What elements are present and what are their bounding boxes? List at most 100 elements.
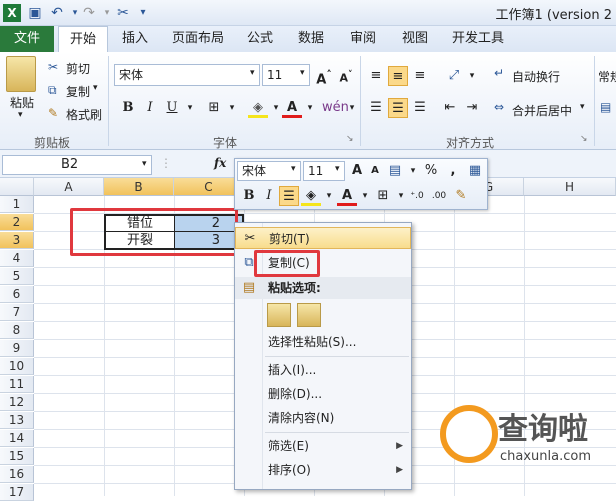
tab-developer[interactable]: 开发工具 — [444, 26, 512, 52]
underline-button[interactable]: U — [162, 98, 182, 118]
mini-borders-icon[interactable]: ⊞ — [373, 186, 393, 206]
mini-comma-button[interactable]: , — [443, 161, 463, 181]
row-header-13[interactable]: 13 — [0, 412, 34, 429]
font-name-dropdown-icon[interactable]: ▾ — [250, 68, 255, 78]
borders-dropdown-icon[interactable]: ▾ — [222, 98, 242, 118]
paste-icon[interactable] — [6, 56, 36, 92]
mini-size-dropdown-icon[interactable]: ▾ — [335, 164, 340, 174]
mini-font-dropdown-icon[interactable]: ▾ — [291, 164, 296, 174]
merge-center-button[interactable]: 合并后居中 — [512, 102, 572, 119]
tab-data[interactable]: 数据 — [288, 26, 334, 52]
name-box-dropdown-icon[interactable]: ▾ — [142, 159, 147, 169]
font-size-dropdown-icon[interactable]: ▾ — [300, 68, 305, 78]
alignment-launcher-icon[interactable]: ↘ — [580, 134, 588, 144]
column-header-b[interactable]: B — [104, 178, 174, 196]
italic-button[interactable]: I — [140, 98, 160, 118]
mini-format-icon[interactable]: ▦ — [465, 161, 485, 181]
font-name-box[interactable]: 宋体 — [114, 64, 260, 86]
mini-italic-button[interactable]: I — [259, 186, 279, 206]
paste-button[interactable]: 粘贴 — [10, 94, 34, 111]
row-header-10[interactable]: 10 — [0, 358, 34, 375]
tab-home[interactable]: 开始 — [58, 26, 108, 53]
row-header-9[interactable]: 9 — [0, 340, 34, 357]
mini-center-icon[interactable]: ☰ — [279, 186, 299, 206]
menu-item-filter[interactable]: 筛选(E) ▶ — [235, 435, 411, 457]
mini-fill-color-icon[interactable]: ◈ — [301, 186, 321, 206]
mini-shrink-font-icon[interactable]: A — [365, 161, 385, 181]
row-header-17[interactable]: 17 — [0, 484, 34, 501]
mini-fill-dropdown-icon[interactable]: ▾ — [319, 186, 339, 206]
tab-review[interactable]: 审阅 — [340, 26, 386, 52]
align-bottom-icon[interactable]: ≡ — [410, 66, 430, 86]
undo-icon[interactable]: ↶ — [48, 4, 66, 22]
row-header-7[interactable]: 7 — [0, 304, 34, 321]
mini-font-color-icon[interactable]: A — [337, 186, 357, 206]
mini-grow-font-icon[interactable]: A — [347, 161, 367, 181]
save-icon[interactable]: ▣ — [26, 4, 44, 22]
font-color-icon[interactable]: A — [282, 98, 302, 118]
increase-indent-icon[interactable]: ⇥ — [462, 98, 482, 118]
row-header-3[interactable]: 3 — [0, 232, 34, 249]
increase-decimal-icon[interactable]: ⁺.0 — [407, 186, 427, 206]
paste-option-icon[interactable] — [267, 303, 291, 327]
decrease-decimal-icon[interactable]: .00 — [429, 186, 449, 206]
insert-function-button[interactable]: fx — [214, 156, 226, 170]
underline-dropdown-icon[interactable]: ▾ — [180, 98, 200, 118]
column-header-a[interactable]: A — [34, 178, 104, 196]
align-middle-icon[interactable]: ≡ — [388, 66, 408, 86]
name-box[interactable]: B2 — [2, 155, 152, 175]
font-color-dropdown-icon[interactable]: ▾ — [300, 98, 320, 118]
menu-item-paste-special[interactable]: 选择性粘贴(S)... — [235, 331, 411, 353]
align-top-icon[interactable]: ≡ — [366, 66, 386, 86]
row-header-8[interactable]: 8 — [0, 322, 34, 339]
mini-format-painter-icon[interactable]: ✎ — [451, 186, 471, 206]
align-center-icon[interactable]: ☰ — [388, 98, 408, 118]
menu-item-cut[interactable]: ✂ 剪切(T) — [235, 227, 411, 249]
menu-item-sort[interactable]: 排序(O) ▶ — [235, 459, 411, 481]
select-all-corner[interactable] — [0, 178, 34, 196]
tab-page-layout[interactable]: 页面布局 — [164, 26, 232, 52]
tools-icon[interactable]: ✂ — [114, 4, 132, 22]
row-header-1[interactable]: 1 — [0, 196, 34, 213]
redo-icon[interactable]: ↷ — [80, 4, 98, 22]
copy-button[interactable]: 复制 — [66, 83, 90, 100]
tab-view[interactable]: 视图 — [392, 26, 438, 52]
copy-dropdown-icon[interactable]: ▾ — [93, 83, 98, 93]
tab-insert[interactable]: 插入 — [112, 26, 158, 52]
row-header-2[interactable]: 2 — [0, 214, 34, 231]
font-launcher-icon[interactable]: ↘ — [346, 134, 354, 144]
paste-dropdown-icon[interactable]: ▾ — [18, 110, 23, 120]
orientation-icon[interactable]: ⤢ — [444, 66, 464, 86]
customize-qat-icon[interactable]: ▾ — [134, 4, 152, 22]
mini-percent-button[interactable]: % — [421, 161, 441, 181]
paste-values-icon[interactable] — [297, 303, 321, 327]
row-header-5[interactable]: 5 — [0, 268, 34, 285]
row-header-15[interactable]: 15 — [0, 448, 34, 465]
format-painter-button[interactable]: 格式刷 — [66, 106, 102, 123]
fill-color-icon[interactable]: ◈ — [248, 98, 268, 118]
row-header-12[interactable]: 12 — [0, 394, 34, 411]
decrease-indent-icon[interactable]: ⇤ — [440, 98, 460, 118]
menu-item-insert[interactable]: 插入(I)... — [235, 359, 411, 381]
mini-currency-dropdown-icon[interactable]: ▾ — [403, 161, 423, 181]
currency-icon[interactable]: ▤ — [600, 100, 611, 114]
tab-formulas[interactable]: 公式 — [238, 26, 282, 52]
bold-button[interactable]: B — [118, 98, 138, 118]
mini-currency-icon[interactable]: ▤ — [385, 161, 405, 181]
cut-button[interactable]: 剪切 — [66, 60, 90, 77]
row-header-11[interactable]: 11 — [0, 376, 34, 393]
wrap-text-button[interactable]: 自动换行 — [512, 68, 560, 85]
row-header-16[interactable]: 16 — [0, 466, 34, 483]
phonetic-icon[interactable]: wén — [322, 98, 349, 118]
orientation-dropdown-icon[interactable]: ▾ — [462, 66, 482, 86]
row-header-4[interactable]: 4 — [0, 250, 34, 267]
borders-icon[interactable]: ⊞ — [204, 98, 224, 118]
tab-file[interactable]: 文件 — [0, 26, 54, 52]
align-right-icon[interactable]: ☰ — [410, 98, 430, 118]
row-header-14[interactable]: 14 — [0, 430, 34, 447]
number-format-box[interactable]: 常规 — [598, 68, 616, 85]
row-header-6[interactable]: 6 — [0, 286, 34, 303]
merge-dropdown-icon[interactable]: ▾ — [580, 102, 585, 112]
grow-font-icon[interactable]: A˄ — [314, 65, 334, 87]
phonetic-dropdown-icon[interactable]: ▾ — [342, 98, 362, 118]
